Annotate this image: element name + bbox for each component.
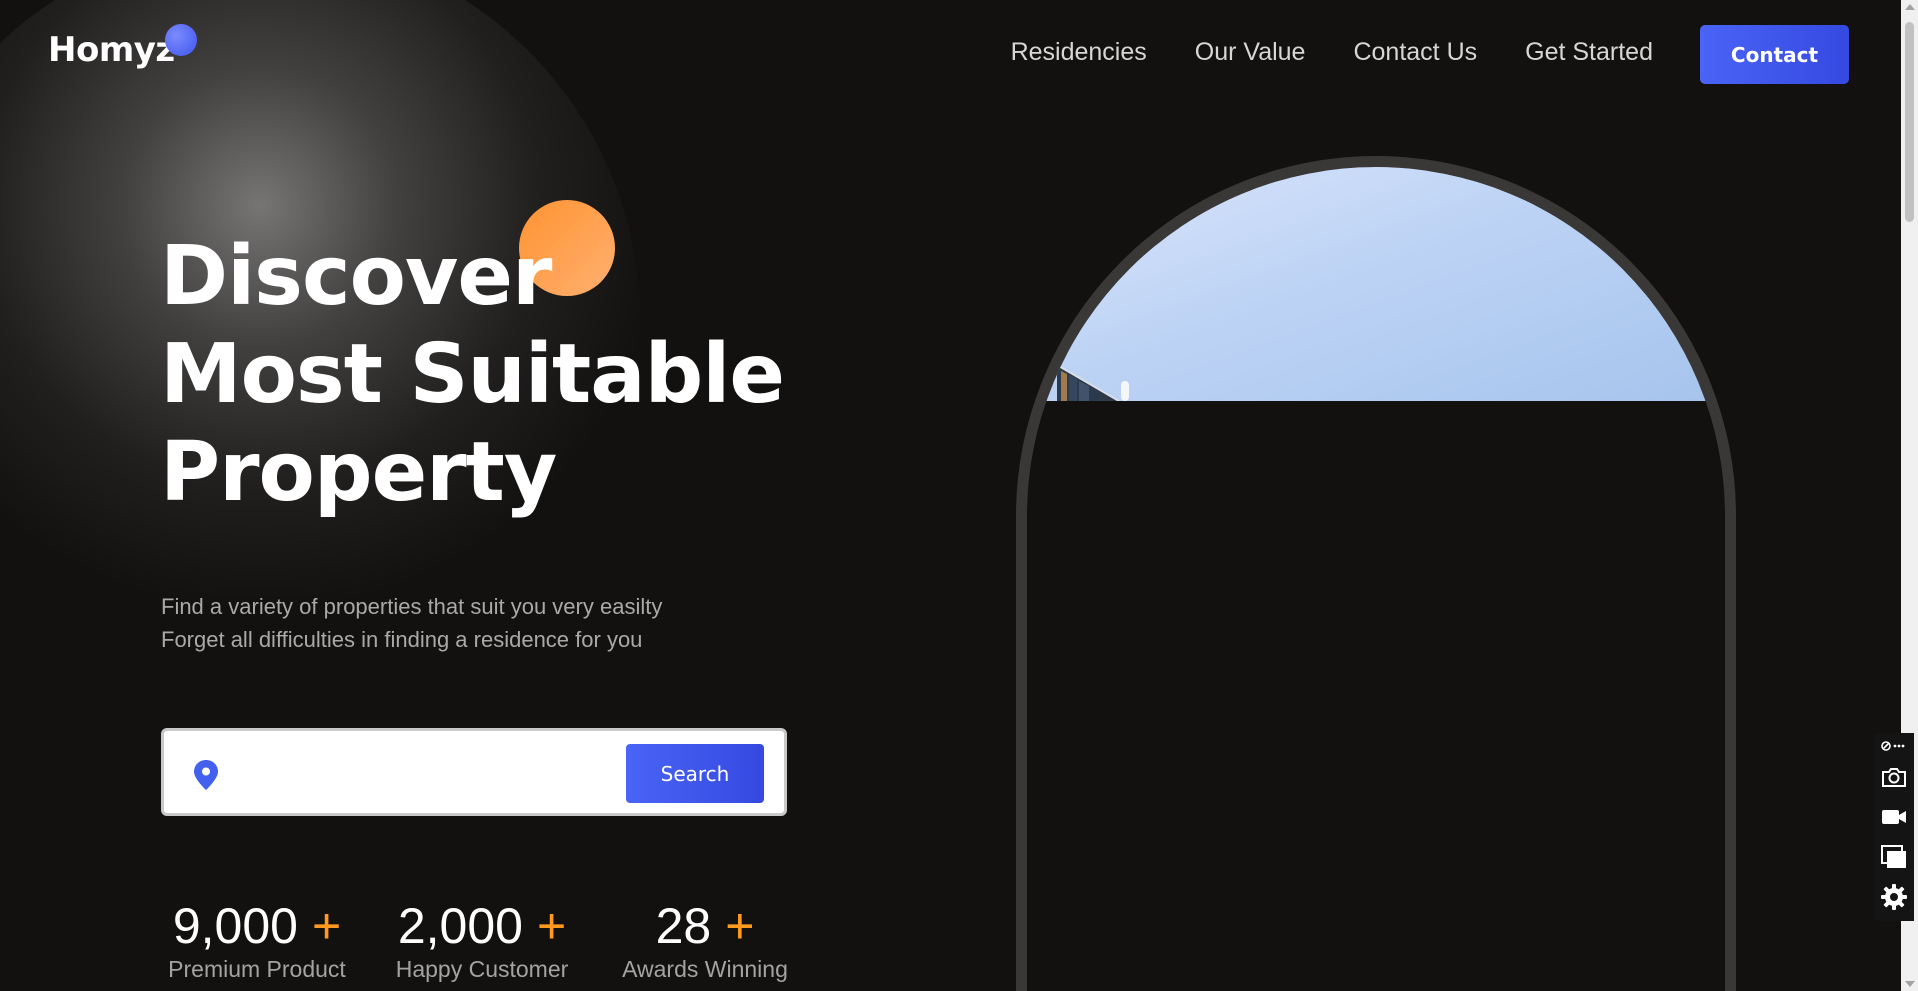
hero-title-line: Most Suitable xyxy=(160,327,785,422)
stat-label: Awards Winning xyxy=(622,956,788,982)
nav-item-get-started[interactable]: Get Started xyxy=(1525,38,1653,67)
stat-value: 9,000 + xyxy=(161,896,353,956)
stat-plus: + xyxy=(725,898,755,954)
stat-happy-customer: 2,000 + Happy Customer xyxy=(389,896,575,983)
hero-title-line: Property xyxy=(160,425,557,520)
floating-toolbar xyxy=(1874,733,1914,921)
hero-subtitle: Find a variety of properties that suit y… xyxy=(161,590,662,656)
hero-subtitle-line: Find a variety of properties that suit y… xyxy=(161,594,663,619)
page: Homyz Residencies Our Value Contact Us G… xyxy=(0,0,1918,991)
main-nav: Residencies Our Value Contact Us Get Sta… xyxy=(1011,38,1653,67)
scroll-thumb[interactable] xyxy=(1905,22,1914,222)
hero-title-line: Discover xyxy=(160,229,552,324)
search-bar: Search xyxy=(161,728,787,816)
nav-item-contact-us[interactable]: Contact Us xyxy=(1353,38,1477,67)
stat-value: 2,000 + xyxy=(389,896,575,956)
hero-image xyxy=(1027,167,1725,401)
stat-label: Premium Product xyxy=(168,956,346,982)
link-more-icon[interactable] xyxy=(1880,739,1908,753)
video-icon[interactable] xyxy=(1880,803,1908,831)
stat-value: 28 + xyxy=(614,896,796,956)
search-input[interactable] xyxy=(236,745,600,803)
hero-image-frame xyxy=(1016,156,1736,991)
stat-awards-winning: 28 + Awards Winning xyxy=(614,896,796,983)
copy-window-icon[interactable] xyxy=(1880,843,1908,871)
building-image-fragment xyxy=(1057,364,1129,401)
stat-number: 28 xyxy=(655,898,712,954)
scroll-down-arrow-icon[interactable] xyxy=(1905,981,1915,987)
logo[interactable]: Homyz xyxy=(48,30,175,70)
stat-plus: + xyxy=(536,898,567,954)
logo-dot xyxy=(165,24,197,56)
hero-subtitle-line: Forget all difficulties in finding a res… xyxy=(161,627,643,652)
location-pin-icon xyxy=(194,760,218,790)
contact-button[interactable]: Contact xyxy=(1700,25,1849,84)
stat-label: Happy Customer xyxy=(395,956,569,982)
stat-plus: + xyxy=(311,898,342,954)
hero-title: Discover Most Suitable Property xyxy=(160,228,785,522)
gear-icon[interactable] xyxy=(1880,883,1908,911)
stat-number: 9,000 xyxy=(172,898,298,954)
nav-item-our-value[interactable]: Our Value xyxy=(1195,38,1306,67)
stat-number: 2,000 xyxy=(397,898,523,954)
search-button[interactable]: Search xyxy=(626,744,764,803)
stat-premium-product: 9,000 + Premium Product xyxy=(161,896,353,983)
camera-icon[interactable] xyxy=(1880,763,1908,791)
nav-item-residencies[interactable]: Residencies xyxy=(1011,38,1147,67)
scroll-up-arrow-icon[interactable] xyxy=(1905,4,1915,10)
